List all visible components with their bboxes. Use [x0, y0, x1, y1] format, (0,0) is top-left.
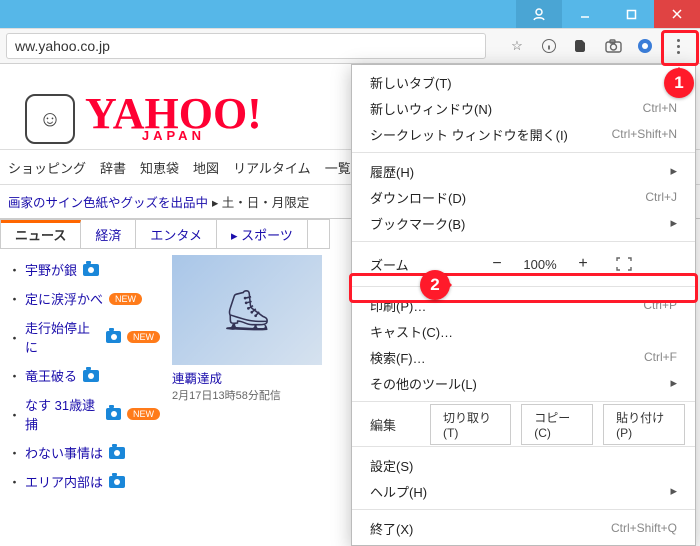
tab-エンタメ[interactable]: エンタメ — [136, 220, 217, 248]
fullscreen-icon[interactable] — [612, 255, 636, 273]
camera-badge-icon — [83, 370, 99, 382]
news-item[interactable]: 竜王破る — [8, 361, 160, 390]
news-item[interactable]: 走行始停止にNEW — [8, 313, 160, 361]
yahoo-logo[interactable]: YAHOO! JAPAN — [85, 96, 262, 142]
service-link[interactable]: 辞書 — [100, 158, 126, 177]
zoom-in-button[interactable]: + — [566, 252, 600, 276]
menu-item[interactable]: 設定(S) — [352, 452, 695, 478]
tab-ニュース[interactable]: ニュース — [1, 220, 81, 248]
edit-button[interactable]: 切り取り(T) — [430, 404, 511, 445]
close-button[interactable] — [654, 0, 700, 28]
news-item[interactable]: わない事情は — [8, 438, 160, 467]
info-icon[interactable] — [540, 37, 558, 55]
tab-スポーツ[interactable]: ▸ スポーツ — [217, 220, 308, 248]
star-icon[interactable]: ☆ — [508, 37, 526, 55]
submenu-arrow-icon: ▸ — [670, 163, 677, 179]
menu-item[interactable]: その他のツール(L)▸ — [352, 370, 695, 396]
new-badge: NEW — [127, 331, 160, 343]
banner-link[interactable]: 画家のサイン色紙やグッズを出品中 — [8, 192, 208, 211]
tab-経済[interactable]: 経済 — [81, 220, 136, 248]
news-item[interactable]: 宇野が銀 — [8, 255, 160, 284]
toolbar-icons: ☆ — [502, 36, 694, 56]
service-link[interactable]: ショッピング — [8, 158, 86, 177]
thumb-caption: 連覇達成 — [172, 365, 322, 387]
annotation-bubble-1: 1 — [664, 68, 694, 98]
new-badge: NEW — [109, 293, 142, 305]
menu-item[interactable]: 終了(X)Ctrl+Shift+Q — [352, 515, 695, 541]
browser-toolbar: ww.yahoo.co.jp ☆ — [0, 28, 700, 64]
menu-separator — [352, 446, 695, 447]
thumb-image: ⛸ — [172, 255, 322, 365]
submenu-arrow-icon: ▸ — [670, 483, 677, 499]
news-thumb[interactable]: ⛸ 連覇達成 2月17日13時58分配信 — [172, 255, 322, 496]
menu-item[interactable]: 履歴(H)▸ — [352, 158, 695, 184]
edit-button[interactable]: 貼り付け(P) — [603, 404, 685, 445]
submenu-arrow-icon: ▸ — [670, 215, 677, 231]
menu-item[interactable]: 新しいウィンドウ(N)Ctrl+N — [352, 95, 695, 121]
menu-item[interactable]: 検索(F)…Ctrl+F — [352, 344, 695, 370]
menu-separator — [352, 286, 695, 287]
news-tabs: ニュース経済エンタメ▸ スポーツ — [0, 219, 330, 249]
menu-item[interactable]: シークレット ウィンドウを開く(I)Ctrl+Shift+N — [352, 121, 695, 147]
zoom-value: 100% — [514, 257, 566, 272]
menu-separator — [352, 401, 695, 402]
mascot-icon: ☺ — [25, 94, 75, 144]
chrome-menu: 新しいタブ(T)新しいウィンドウ(N)Ctrl+Nシークレット ウィンドウを開く… — [351, 64, 696, 546]
news-list: 宇野が銀定に涙浮かべNEW走行始停止にNEW竜王破るなす 31歳逮捕NEWわない… — [8, 255, 160, 496]
address-bar[interactable]: ww.yahoo.co.jp — [6, 33, 486, 59]
url-text: ww.yahoo.co.jp — [15, 38, 110, 54]
news-item[interactable]: 定に涙浮かべNEW — [8, 284, 160, 313]
menu-zoom-row: ズーム−100%+ — [352, 247, 695, 281]
new-badge: NEW — [127, 408, 160, 420]
service-link[interactable]: 知恵袋 — [140, 158, 179, 177]
menu-item[interactable]: 印刷(P)…Ctrl+P — [352, 292, 695, 318]
user-icon[interactable] — [516, 0, 562, 28]
menu-item[interactable]: キャスト(C)… — [352, 318, 695, 344]
news-item[interactable]: なす 31歳逮捕NEW — [8, 390, 160, 438]
camera-badge-icon — [109, 476, 125, 488]
camera-badge-icon — [109, 447, 125, 459]
submenu-arrow-icon: ▸ — [670, 375, 677, 391]
menu-item[interactable]: ブックマーク(B)▸ — [352, 210, 695, 236]
more-icon[interactable] — [668, 36, 688, 56]
camera-icon[interactable] — [604, 37, 622, 55]
window-titlebar — [0, 0, 700, 28]
menu-item[interactable]: ヘルプ(H)▸ — [352, 478, 695, 504]
menu-item[interactable]: ダウンロード(D)Ctrl+J — [352, 184, 695, 210]
menu-edit-row: 編集切り取り(T)コピー(C)貼り付け(P) — [352, 407, 695, 441]
thumb-sub: 2月17日13時58分配信 — [172, 387, 322, 403]
news-item[interactable]: エリア内部は — [8, 467, 160, 496]
service-link[interactable]: リアルタイム — [233, 158, 311, 177]
menu-separator — [352, 152, 695, 153]
menu-separator — [352, 241, 695, 242]
menu-item[interactable]: 新しいタブ(T) — [352, 69, 695, 95]
maximize-button[interactable] — [608, 0, 654, 28]
edit-button[interactable]: コピー(C) — [521, 404, 593, 445]
camera-badge-icon — [106, 331, 121, 343]
annotation-bubble-2: 2 — [420, 270, 450, 300]
zoom-out-button[interactable]: − — [480, 252, 514, 276]
extension-icon[interactable] — [636, 37, 654, 55]
minimize-button[interactable] — [562, 0, 608, 28]
camera-badge-icon — [106, 408, 121, 420]
menu-separator — [352, 509, 695, 510]
service-link[interactable]: 地図 — [193, 158, 219, 177]
banner-right[interactable]: ▸ 土・日・月限定 — [212, 192, 309, 211]
evernote-icon[interactable] — [572, 37, 590, 55]
camera-badge-icon — [83, 264, 99, 276]
